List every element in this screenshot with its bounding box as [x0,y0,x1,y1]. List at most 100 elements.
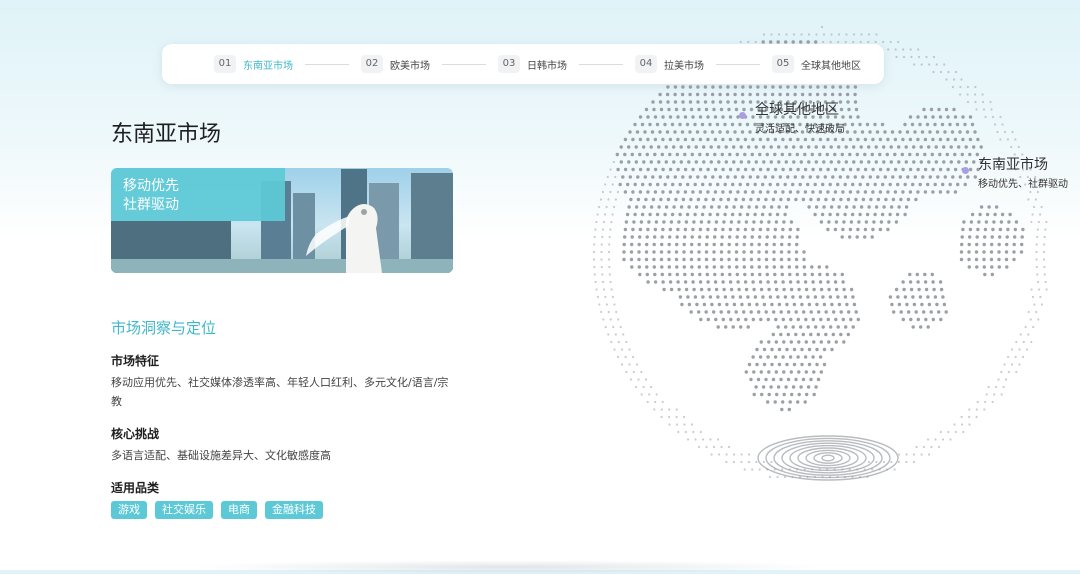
globe-dot [769,205,774,209]
globe-dot [762,460,765,464]
globe-dot [956,182,960,187]
globe-dot [689,257,694,262]
challenges-text: 多语言适配、基础设施差异大、文化敏感度高 [111,449,331,462]
globe-dot [593,243,596,246]
tab-southeast-asia[interactable]: 01 东南亚市场 [214,55,293,73]
globe-dot [677,430,680,434]
globe-dot [943,130,947,134]
globe-dot [1014,138,1017,141]
globe-dot [598,205,601,209]
globe-dot [676,137,680,142]
globe-dot [816,197,821,202]
tab-number: 04 [635,55,657,73]
globe-dot [871,190,875,194]
globe-dot [871,137,875,142]
globe-dot [607,250,611,254]
globe-dot [690,152,694,157]
globe-dot [708,122,712,127]
globe-dot [735,242,739,247]
globe-dot [938,115,943,119]
globe-dot [825,152,829,157]
globe-dot [732,302,737,307]
globe-dot [883,175,887,179]
globe-dot [733,85,738,89]
globe-dot [656,182,660,187]
globe-dot [789,287,794,292]
globe-dot [634,145,638,149]
globe-dot [601,273,604,276]
globe-dot [721,280,725,284]
globe-dot [788,227,793,232]
globe-dot [891,175,895,179]
globe-dot [841,115,845,119]
globe-dot [758,190,763,194]
globe-dot [852,160,856,164]
globe-dot [805,392,809,397]
globe-dot [813,212,817,217]
globe-dot [705,272,709,277]
globe-dot [812,287,816,292]
globe-dot [967,250,971,254]
globe-dot [759,370,763,374]
globe-dot [978,212,982,217]
globe-dot [949,160,953,164]
globe-dot [713,227,718,232]
globe-dot [774,340,778,344]
globe-dot [668,280,673,284]
globe-dot [782,370,786,374]
globe-dot [792,362,797,367]
globe-dot [678,295,683,299]
tab-latin-america[interactable]: 04 拉美市场 [635,55,704,73]
globe-dot [629,250,634,254]
globe-dot [708,212,712,217]
globe-dot [683,190,688,194]
globe-dot [859,40,862,44]
globe-dot [734,310,738,314]
globe-dot [668,167,673,172]
globe-dot [898,453,901,456]
globe-dot [726,85,730,89]
globe-dot [754,385,758,389]
globe-dot [784,205,789,209]
globe-dot [1015,370,1018,374]
globe-dot [600,250,603,254]
globe-dot [764,377,768,382]
globe-dot [609,190,612,194]
globe-dot [695,92,700,97]
globe-dot [735,272,739,277]
globe-dot [818,280,823,284]
globe-dot [788,167,793,172]
globe-dot [732,205,736,209]
globe-dot [644,250,649,254]
globe-dot [788,280,793,284]
globe-dot [740,453,743,456]
tab-rest-of-world[interactable]: 05 全球其他地区 [772,55,861,73]
map-marker-icon[interactable] [739,112,746,119]
globe-dot [812,340,816,344]
globe-dot [643,130,647,134]
globe-dot [921,175,925,179]
globe-dot [822,362,827,367]
globe-dot [692,430,695,434]
globe-dot [968,137,973,142]
globe-dot [762,145,766,149]
map-marker-icon[interactable] [962,167,969,174]
globe-dot [822,160,826,164]
globe-dot [629,197,633,202]
globe-dot [623,235,627,239]
globe-dot [916,280,920,284]
globe-dot [979,145,983,149]
globe-dot [737,287,741,292]
tab-japan-korea[interactable]: 03 日韩市场 [498,55,567,73]
globe-dot [858,212,862,217]
globe-dot [792,347,797,352]
globe-dot [715,212,720,217]
globe-dot [860,130,865,134]
globe-dot [874,40,877,44]
tab-europe-america[interactable]: 02 欧美市场 [361,55,430,73]
globe-dot [775,392,779,397]
marker-subtitle: 灵活适配、快速破局 [755,124,845,135]
globe-dot [858,122,862,127]
globe-dot [752,392,756,397]
globe-dot [738,295,743,299]
